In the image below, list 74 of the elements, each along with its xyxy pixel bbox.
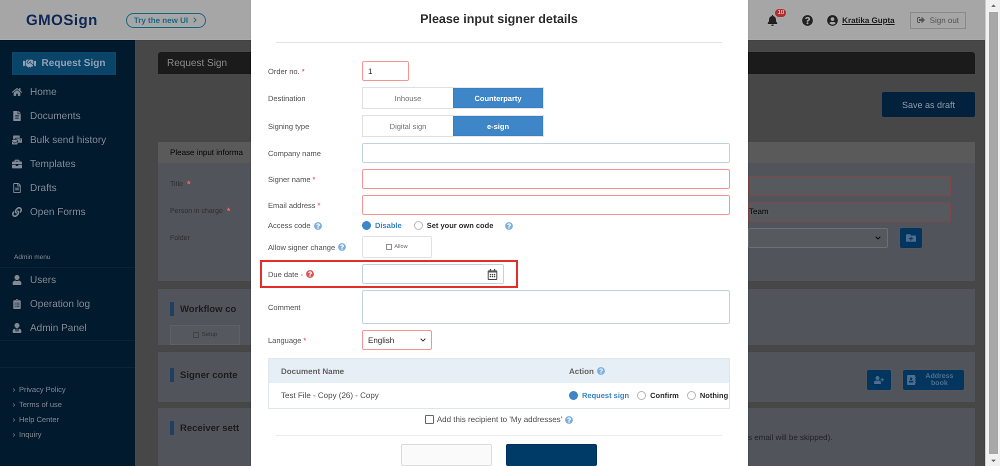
bell-icon[interactable] bbox=[767, 14, 778, 26]
chevron-right-icon bbox=[12, 432, 16, 436]
folder-select[interactable] bbox=[748, 228, 888, 248]
chevron-down-icon bbox=[420, 337, 426, 344]
text-input[interactable] bbox=[362, 169, 730, 190]
address-book-icon bbox=[907, 375, 916, 386]
date-input[interactable] bbox=[362, 264, 504, 284]
comment-input[interactable] bbox=[362, 290, 730, 324]
nav-item[interactable]: Documents bbox=[0, 104, 135, 128]
chevron-right-icon bbox=[12, 418, 16, 422]
receiver-note: s email will be skipped). bbox=[748, 433, 834, 442]
intro-text: Please input informa bbox=[169, 148, 244, 157]
person-input[interactable]: Team bbox=[748, 202, 951, 222]
help-icon[interactable] bbox=[306, 270, 314, 278]
section-title: Workflow co bbox=[170, 302, 251, 316]
nav-item[interactable]: Operation log bbox=[0, 292, 135, 316]
sign-out-button[interactable]: Sign out bbox=[910, 12, 966, 28]
text-input[interactable] bbox=[362, 143, 730, 164]
mail-icon bbox=[12, 135, 22, 145]
scroll-up-icon[interactable] bbox=[990, 2, 996, 9]
logo[interactable]: GMOSign bbox=[26, 12, 98, 28]
user-icon bbox=[12, 275, 22, 285]
chevron-right-icon bbox=[12, 388, 16, 392]
section-title: Signer conte bbox=[170, 368, 251, 382]
scrollbar[interactable] bbox=[985, 0, 1000, 466]
request-sign-button[interactable]: Request Sign bbox=[12, 52, 116, 75]
user-icon bbox=[827, 14, 838, 26]
calendar-icon[interactable] bbox=[487, 268, 498, 280]
nav-item[interactable]: Admin Panel bbox=[0, 316, 135, 340]
order-input[interactable]: 1 bbox=[362, 61, 409, 82]
help-icon[interactable] bbox=[802, 14, 814, 26]
chevron-down-icon bbox=[875, 234, 881, 241]
add-recipient-option[interactable]: Add this recipient to 'My addresses' bbox=[424, 415, 574, 424]
try-new-ui-link[interactable]: Try the new UI bbox=[126, 12, 206, 28]
file-icon bbox=[12, 183, 22, 193]
column-header: Action bbox=[569, 366, 729, 376]
checkbox[interactable] bbox=[424, 415, 434, 424]
link-icon bbox=[12, 207, 22, 217]
scroll-down-icon[interactable] bbox=[990, 457, 996, 464]
nav-item[interactable]: Drafts bbox=[0, 176, 135, 200]
handshake-icon bbox=[22, 57, 36, 70]
add-user-button[interactable] bbox=[867, 370, 891, 390]
dialog-title: Please input signer details bbox=[276, 0, 722, 44]
briefcase-icon bbox=[12, 159, 22, 169]
secondary-button[interactable] bbox=[401, 444, 492, 466]
chevron-right-icon bbox=[12, 402, 16, 406]
checkbox[interactable] bbox=[386, 244, 392, 250]
document-name-cell-text: Test File - Copy (26) - Copy bbox=[281, 391, 380, 400]
sign-out-icon bbox=[916, 16, 925, 24]
add-folder-button[interactable] bbox=[900, 228, 922, 248]
nav-item[interactable]: Users bbox=[0, 268, 135, 292]
radio-button[interactable] bbox=[414, 221, 423, 230]
text-input[interactable] bbox=[362, 195, 730, 216]
save-as-draft-button[interactable]: Save as draft bbox=[882, 92, 975, 118]
radio-button[interactable] bbox=[362, 221, 371, 230]
user-name-link[interactable]: Kratika Gupta bbox=[842, 16, 895, 24]
language-select[interactable]: English bbox=[362, 330, 432, 350]
radio-button[interactable] bbox=[569, 391, 578, 400]
title-input[interactable] bbox=[748, 176, 951, 196]
column-header: Document Name bbox=[281, 366, 346, 376]
radio-button[interactable] bbox=[637, 391, 646, 400]
chevron-right-icon bbox=[192, 17, 198, 23]
clipboard-icon bbox=[12, 299, 22, 309]
nav-item[interactable]: Open Forms bbox=[0, 200, 135, 224]
nav-item[interactable]: Bulk send history bbox=[0, 128, 135, 152]
radio-button[interactable] bbox=[686, 391, 696, 400]
user-plus-icon bbox=[874, 375, 884, 386]
document-icon bbox=[12, 111, 22, 121]
nav-item[interactable]: Templates bbox=[0, 152, 135, 176]
person-icon bbox=[12, 323, 22, 333]
section-title: Receiver sett bbox=[170, 421, 251, 436]
nav-item[interactable]: Home bbox=[0, 80, 135, 104]
folder-plus-icon bbox=[906, 232, 916, 243]
home-icon bbox=[12, 87, 22, 97]
